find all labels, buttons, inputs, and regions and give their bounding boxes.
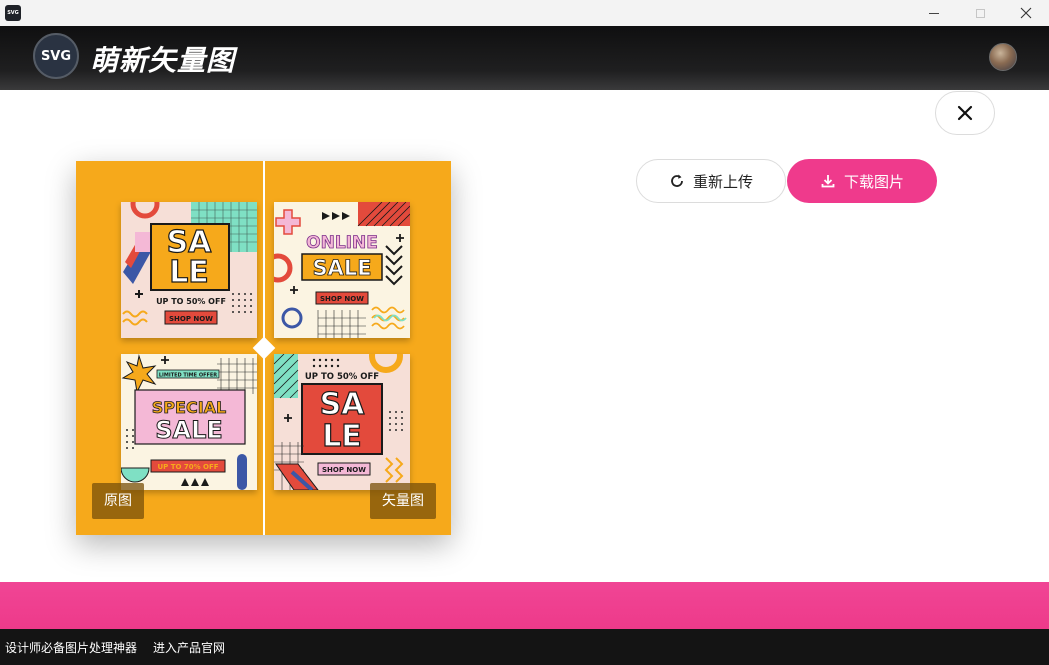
card3-tag: LIMITED TIME OFFER bbox=[159, 373, 217, 379]
reupload-label: 重新上传 bbox=[692, 172, 753, 191]
os-title-bar: SVG bbox=[0, 0, 1049, 27]
card4-big2: LE bbox=[322, 419, 362, 454]
reupload-button[interactable]: 重新上传 bbox=[636, 159, 786, 203]
sale-card-1: SA LE UP TO 50% OFF SHOP NOW bbox=[121, 202, 257, 338]
app-name: 萌新矢量图 bbox=[90, 44, 236, 77]
sale-card-2-art: ONLINE SALE SHOP NOW bbox=[274, 202, 410, 338]
card3-line2: SALE bbox=[155, 416, 223, 444]
sale-card-3: LIMITED TIME OFFER SPECIAL SALE UP TO 70… bbox=[121, 354, 257, 490]
vector-label: 矢量图 bbox=[370, 483, 436, 519]
footer-banner bbox=[0, 582, 1049, 629]
close-icon bbox=[1020, 7, 1032, 19]
card4-btn: SHOP NOW bbox=[322, 466, 366, 474]
logo-text: SVG bbox=[40, 48, 72, 64]
product-site-link[interactable]: 进入产品官网 bbox=[153, 639, 225, 656]
card2-line2: SALE bbox=[312, 256, 371, 280]
close-result-button[interactable] bbox=[935, 91, 995, 135]
original-label: 原图 bbox=[92, 483, 144, 519]
window-close-button[interactable] bbox=[1003, 0, 1049, 26]
maximize-button[interactable] bbox=[957, 0, 1003, 26]
sale-card-2: ONLINE SALE SHOP NOW bbox=[274, 202, 410, 338]
maximize-icon bbox=[975, 8, 985, 18]
minimize-icon bbox=[929, 12, 939, 14]
user-avatar[interactable] bbox=[989, 43, 1017, 71]
footer-tagline: 设计师必备图片处理神器 bbox=[5, 640, 138, 655]
sale-card-3-art: LIMITED TIME OFFER SPECIAL SALE UP TO 70… bbox=[121, 354, 257, 490]
card2-btn: SHOP NOW bbox=[320, 295, 364, 303]
app-icon: SVG bbox=[5, 5, 21, 21]
sale-card-1-art: SA LE UP TO 50% OFF SHOP NOW bbox=[121, 202, 257, 338]
close-icon bbox=[957, 105, 973, 121]
sale-card-4: UP TO 50% OFF SA LE SHOP NOW bbox=[274, 354, 410, 490]
card1-sub: UP TO 50% OFF bbox=[156, 297, 226, 306]
card3-line1: SPECIAL bbox=[152, 398, 226, 417]
sale-card-4-art: UP TO 50% OFF SA LE SHOP NOW bbox=[274, 354, 410, 490]
image-compare-view[interactable]: SA LE UP TO 50% OFF SHOP NOW ONLINE SALE… bbox=[76, 161, 451, 535]
download-button[interactable]: 下载图片 bbox=[787, 159, 937, 203]
download-icon bbox=[821, 175, 835, 188]
refresh-icon bbox=[671, 174, 683, 187]
card1-big2: LE bbox=[169, 255, 209, 290]
download-label: 下载图片 bbox=[843, 172, 904, 191]
minimize-button[interactable] bbox=[911, 0, 957, 26]
app-header: SVG 萌新矢量图 bbox=[0, 26, 1049, 90]
logo: SVG bbox=[33, 33, 79, 79]
card3-sub: UP TO 70% OFF bbox=[157, 463, 218, 471]
card4-big1: SA bbox=[320, 387, 366, 422]
footer: 设计师必备图片处理神器 进入产品官网 bbox=[0, 629, 1049, 665]
card1-btn: SHOP NOW bbox=[169, 315, 213, 323]
card2-line1: ONLINE bbox=[306, 233, 378, 253]
card4-top: UP TO 50% OFF bbox=[305, 372, 379, 382]
